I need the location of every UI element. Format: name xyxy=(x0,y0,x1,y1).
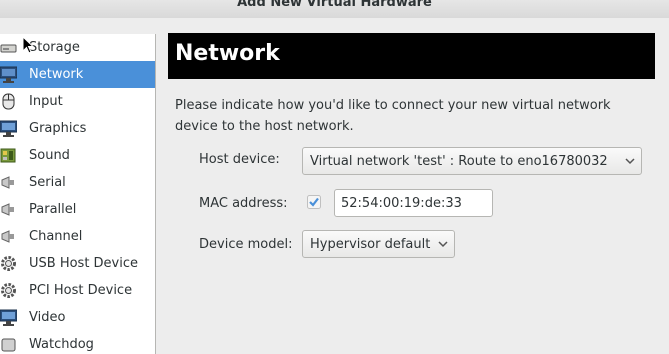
sidebar-item-network[interactable]: Network xyxy=(0,61,155,88)
sidebar-item-label: Graphics xyxy=(29,121,87,136)
parallel-plug-icon xyxy=(1,203,14,216)
mac-address-value: 52:54:00:19:de:33 xyxy=(341,196,462,211)
sidebar-item-usb-host-device[interactable]: USB Host Device xyxy=(0,250,155,277)
sidebar-item-label: USB Host Device xyxy=(29,256,139,271)
sidebar-item-label: Video xyxy=(29,310,66,325)
window-title: Add New Virtual Hardware xyxy=(237,0,432,10)
video-monitor-icon xyxy=(0,309,17,326)
sidebar-item-video[interactable]: Video xyxy=(0,304,155,331)
sidebar-item-parallel[interactable]: Parallel xyxy=(0,196,155,223)
channel-plug-icon xyxy=(1,230,14,243)
device-model-value: Hypervisor default xyxy=(310,237,431,252)
mouse-icon xyxy=(2,93,15,110)
mac-address-label: MAC address: xyxy=(199,196,288,211)
network-monitor-icon xyxy=(0,66,17,83)
pci-gear-icon xyxy=(1,283,16,298)
sidebar-item-channel[interactable]: Channel xyxy=(0,223,155,250)
mouse-pointer-icon xyxy=(22,36,34,54)
usb-gear-icon xyxy=(1,256,16,271)
sidebar-item-graphics[interactable]: Graphics xyxy=(0,115,155,142)
details-panel: Network Please indicate how you'd like t… xyxy=(156,18,669,350)
chevron-down-icon xyxy=(625,158,635,165)
serial-plug-icon xyxy=(1,176,14,189)
display-icon xyxy=(0,120,17,137)
sidebar-item-label: Storage xyxy=(29,40,80,55)
hardware-type-list[interactable]: Storage Network Input Graphics Sound Ser… xyxy=(0,34,156,354)
sidebar-item-label: Parallel xyxy=(29,202,77,217)
sidebar-item-label: Network xyxy=(29,67,84,82)
host-device-value: Virtual network 'test' : Route to eno167… xyxy=(310,154,608,169)
chevron-down-icon xyxy=(438,241,448,248)
host-device-label: Host device: xyxy=(199,152,280,167)
sidebar-item-label: Channel xyxy=(29,229,83,244)
page-title: Network xyxy=(175,41,280,66)
sidebar-item-watchdog[interactable]: Watchdog xyxy=(0,331,155,354)
sidebar-item-pci-host-device[interactable]: PCI Host Device xyxy=(0,277,155,304)
mac-address-field[interactable]: 52:54:00:19:de:33 xyxy=(334,189,493,217)
sidebar-item-input[interactable]: Input xyxy=(0,88,155,115)
sidebar-item-sound[interactable]: Sound xyxy=(0,142,155,169)
mac-address-checkbox[interactable] xyxy=(307,195,321,209)
title-bar: Add New Virtual Hardware xyxy=(0,0,669,18)
device-model-label: Device model: xyxy=(199,237,293,252)
storage-drive-icon xyxy=(0,44,17,53)
sidebar-item-label: Input xyxy=(29,94,63,109)
page-header: Network xyxy=(168,33,655,79)
device-model-dropdown[interactable]: Hypervisor default xyxy=(302,230,455,258)
sidebar-item-label: PCI Host Device xyxy=(29,283,133,298)
sound-card-icon xyxy=(0,148,16,163)
watchdog-icon xyxy=(1,338,16,352)
sidebar-item-serial[interactable]: Serial xyxy=(0,169,155,196)
host-device-dropdown[interactable]: Virtual network 'test' : Route to eno167… xyxy=(302,147,642,175)
sidebar-item-label: Sound xyxy=(29,148,70,163)
sidebar-item-label: Serial xyxy=(29,175,66,190)
description-text: Please indicate how you'd like to connec… xyxy=(175,98,611,134)
